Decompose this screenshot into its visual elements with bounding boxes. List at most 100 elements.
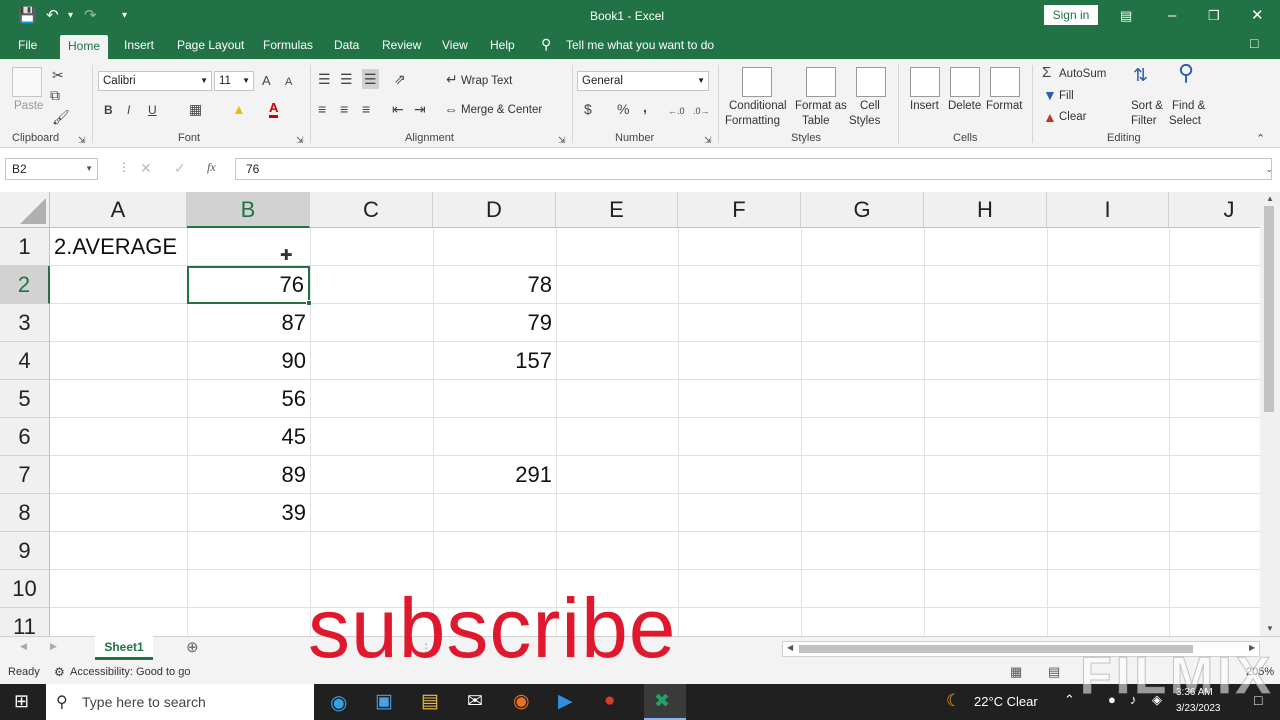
decrease-decimal-icon[interactable]: .0→ (693, 103, 710, 119)
grow-font-icon[interactable]: A (262, 73, 271, 89)
undo-icon[interactable]: ↶ (46, 6, 59, 26)
wrap-text-icon[interactable]: ↵ (446, 71, 458, 87)
scroll-left-icon[interactable]: ◀ (787, 643, 793, 652)
add-sheet-icon[interactable]: ⊕ (186, 638, 199, 656)
worksheet-grid[interactable]: A B C D E F G H I J 1 2 3 4 5 6 7 8 9 10… (0, 192, 1260, 636)
cell-styles-button[interactable]: Cell (860, 99, 880, 113)
minimize-icon[interactable]: – (1168, 6, 1176, 26)
cancel-entry-icon[interactable]: ✕ (140, 160, 152, 177)
column-header-d[interactable]: D (433, 192, 556, 228)
align-left-icon[interactable]: ≡ (318, 101, 326, 117)
maximize-icon[interactable]: ❐ (1208, 6, 1220, 26)
firefox-icon[interactable]: ◉ (513, 690, 530, 713)
bottom-align-icon[interactable]: ☰ (362, 69, 379, 89)
clipboard-launcher-icon[interactable]: ⇲ (78, 132, 86, 148)
row-header-7[interactable]: 7 (0, 456, 50, 494)
autosum-button[interactable]: AutoSum (1059, 67, 1106, 81)
align-center-icon[interactable]: ≡ (340, 101, 348, 117)
tab-view[interactable]: View (442, 38, 468, 52)
taskbar-search[interactable]: ⚲ Type here to search (46, 684, 314, 720)
file-explorer-icon[interactable]: ▤ (421, 690, 439, 713)
row-header-2[interactable]: 2 (0, 266, 50, 304)
column-header-h[interactable]: H (924, 192, 1047, 228)
percent-button[interactable]: % (617, 101, 629, 117)
row-header-9[interactable]: 9 (0, 532, 50, 570)
expand-formula-icon[interactable]: ⌄ (1265, 159, 1273, 179)
accessibility-status[interactable]: Accessibility: Good to go (70, 666, 190, 678)
clear-button[interactable]: Clear (1059, 110, 1086, 124)
format-as-table-icon[interactable] (806, 67, 836, 97)
cell-d3[interactable]: 79 (433, 304, 556, 342)
column-header-a[interactable]: A (50, 192, 187, 228)
page-layout-view-icon[interactable]: ▤ (1048, 664, 1060, 680)
scroll-down-icon[interactable]: ▼ (1266, 624, 1274, 633)
scroll-thumb[interactable] (1264, 206, 1274, 412)
video-editor-icon[interactable]: ▶ (558, 690, 573, 713)
paste-icon[interactable] (12, 67, 42, 97)
italic-button[interactable]: I (127, 102, 130, 118)
row-header-5[interactable]: 5 (0, 380, 50, 418)
font-name-select[interactable]: Calibri ▼ (98, 71, 212, 91)
name-box[interactable]: B2 ▼ (5, 158, 98, 180)
fill-button[interactable]: Fill (1059, 89, 1074, 103)
windows-start-icon[interactable]: ⊞ (14, 691, 29, 712)
save-icon[interactable]: 💾 (18, 6, 37, 26)
row-header-6[interactable]: 6 (0, 418, 50, 456)
find-select-button[interactable]: Find & (1172, 99, 1205, 113)
store-icon[interactable]: ▣ (375, 690, 393, 713)
font-color-icon[interactable]: A (269, 101, 279, 118)
shrink-font-icon[interactable]: A (285, 74, 292, 90)
tab-formulas[interactable]: Formulas (263, 38, 313, 52)
bold-button[interactable]: B (104, 102, 113, 118)
tab-file[interactable]: File (18, 38, 37, 52)
column-header-i[interactable]: I (1047, 192, 1169, 228)
column-header-e[interactable]: E (556, 192, 678, 228)
next-sheet-icon[interactable]: ▶ (50, 641, 57, 652)
row-header-8[interactable]: 8 (0, 494, 50, 532)
fill-color-icon[interactable]: ▲ (232, 101, 246, 117)
tab-insert[interactable]: Insert (124, 38, 154, 52)
tab-home[interactable]: Home (60, 35, 109, 59)
format-cells-button[interactable]: Format (986, 99, 1022, 113)
tab-page-layout[interactable]: Page Layout (177, 38, 244, 52)
middle-align-icon[interactable]: ☰ (340, 71, 353, 87)
mail-icon[interactable]: ✉ (467, 690, 483, 713)
edge-icon[interactable]: ◉ (330, 690, 347, 715)
scroll-up-icon[interactable]: ▲ (1266, 194, 1274, 203)
column-header-f[interactable]: F (678, 192, 801, 228)
comma-button[interactable]: , (643, 99, 647, 115)
row-header-1[interactable]: 1 (0, 228, 50, 266)
cell-b6[interactable]: 45 (187, 418, 310, 456)
formula-input[interactable]: 76 ⌄ (235, 158, 1273, 180)
orientation-icon[interactable]: ⇗ (394, 71, 406, 87)
alignment-launcher-icon[interactable]: ⇲ (558, 132, 566, 148)
align-right-icon[interactable]: ≡ (362, 101, 370, 117)
undo-dropdown-icon[interactable]: ▾ (68, 6, 73, 26)
delete-cells-icon[interactable] (950, 67, 980, 97)
currency-button[interactable]: $ (584, 101, 592, 117)
excel-taskbar-button[interactable]: ✖ (644, 684, 686, 720)
decrease-indent-icon[interactable]: ⇤ (392, 101, 404, 117)
row-header-11[interactable]: 11 (0, 608, 50, 636)
merge-icon[interactable]: ⇔ (444, 101, 458, 117)
ribbon-display-icon[interactable]: ▤ (1120, 6, 1132, 26)
tab-help[interactable]: Help (490, 38, 515, 52)
copy-icon[interactable]: ⧉ (50, 87, 60, 103)
column-header-j[interactable]: J (1169, 192, 1260, 228)
sort-filter-button[interactable]: Sort & (1131, 99, 1163, 113)
cell-d4[interactable]: 157 (433, 342, 556, 380)
cut-icon[interactable]: ✂ (52, 67, 64, 83)
row-header-10[interactable]: 10 (0, 570, 50, 608)
merge-center-button[interactable]: Merge & Center (461, 103, 542, 117)
tray-chevron-icon[interactable]: ⌃ (1064, 692, 1075, 708)
redo-icon[interactable]: ↷ (84, 6, 97, 26)
cell-b7[interactable]: 89 (187, 456, 310, 494)
row-header-3[interactable]: 3 (0, 304, 50, 342)
sheet-tab-sheet1[interactable]: Sheet1 (95, 636, 153, 660)
cell-b8[interactable]: 39 (187, 494, 310, 532)
delete-cells-button[interactable]: Delete (948, 99, 981, 113)
number-format-select[interactable]: General ▼ (577, 71, 709, 91)
column-header-b[interactable]: B (187, 192, 310, 228)
insert-function-button[interactable]: fx (207, 160, 216, 175)
confirm-entry-icon[interactable]: ✓ (174, 160, 186, 177)
